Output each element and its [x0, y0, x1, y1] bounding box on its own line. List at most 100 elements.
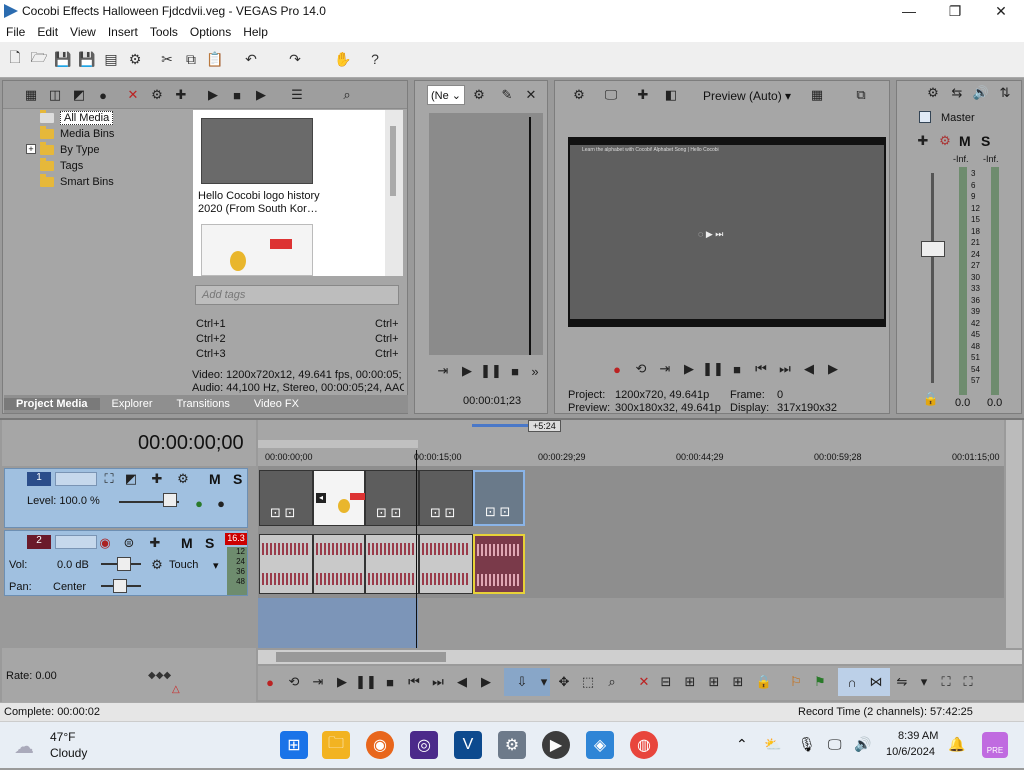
- tree-item-media-bins[interactable]: Media Bins: [40, 126, 114, 142]
- trim-end-icon[interactable]: ⊞: [706, 674, 722, 690]
- close-button[interactable]: ✕: [978, 0, 1024, 22]
- trimmer-edit-icon[interactable]: ✎: [499, 87, 515, 103]
- auto-crossfade-icon[interactable]: ⋈: [868, 674, 884, 690]
- timeline-hscroll[interactable]: [258, 650, 1022, 664]
- menu-insert[interactable]: Insert: [102, 25, 144, 39]
- microphone-icon[interactable]: 🎙: [798, 736, 816, 753]
- file-explorer-icon[interactable]: 🗀: [322, 731, 350, 759]
- start-windows-icon[interactable]: ⊞: [280, 731, 308, 759]
- overlays-icon[interactable]: ▦: [809, 87, 825, 103]
- timeline-vscroll[interactable]: [1006, 420, 1022, 648]
- views-icon[interactable]: ☰: [289, 87, 305, 103]
- pause-icon[interactable]: ❚❚: [702, 361, 724, 377]
- audio-clip-selected[interactable]: [473, 534, 525, 594]
- video-clip[interactable]: ◂: [313, 470, 366, 526]
- media-scrollbar[interactable]: [385, 110, 403, 276]
- firefox-icon[interactable]: ◉: [366, 731, 394, 759]
- go-to-end-icon[interactable]: ⏭: [777, 361, 793, 377]
- chevron-down-icon[interactable]: ▾: [213, 559, 219, 572]
- preview-properties-icon[interactable]: ⚙: [571, 87, 587, 103]
- zoom-tool-icon[interactable]: ⌕: [604, 674, 620, 690]
- stop-icon[interactable]: ■: [507, 363, 523, 379]
- new-file-icon[interactable]: 🗋: [6, 49, 24, 68]
- dim-output-icon[interactable]: 🔊: [973, 85, 989, 101]
- expand-icon[interactable]: +: [26, 144, 36, 154]
- video-clip[interactable]: ⊡ ⊡: [259, 470, 313, 526]
- trimmer-dropdown[interactable]: (Ne ⌄: [427, 85, 465, 105]
- weather-desc[interactable]: Cloudy: [50, 746, 87, 760]
- media-fx-icon[interactable]: ⚙: [149, 87, 165, 103]
- play-icon[interactable]: ▶: [459, 363, 475, 379]
- get-media-icon[interactable]: ◩: [71, 87, 87, 103]
- track-motion-icon[interactable]: ⛶: [101, 471, 117, 487]
- video-solo-button[interactable]: S: [233, 471, 242, 487]
- media-list[interactable]: Hello Cocobi logo history 2020 (From Sou…: [193, 110, 403, 276]
- chevron-down-icon[interactable]: ▾: [536, 674, 552, 690]
- split-icon[interactable]: ⊞: [730, 674, 746, 690]
- audio-fx-icon[interactable]: ✚: [147, 535, 163, 551]
- copy-snapshot-icon[interactable]: ⧉: [853, 87, 869, 103]
- save-icon[interactable]: 💾: [54, 50, 72, 68]
- add-tags-input[interactable]: Add tags: [195, 285, 399, 305]
- notification-bell-icon[interactable]: 🔔: [948, 736, 965, 753]
- next-frame-icon[interactable]: ▶: [478, 674, 494, 690]
- menu-edit[interactable]: Edit: [31, 25, 64, 39]
- video-track-name[interactable]: [55, 472, 97, 486]
- external-monitor-icon[interactable]: 🖵: [603, 87, 619, 103]
- tab-project-media[interactable]: Project Media: [4, 398, 100, 410]
- loop-playback-icon[interactable]: ⟲: [633, 361, 649, 377]
- loop-icon[interactable]: ⇥: [435, 363, 451, 379]
- envelope-tool-icon[interactable]: ✥: [556, 674, 572, 690]
- weather-temp[interactable]: 47°F: [50, 730, 75, 744]
- chrome-icon[interactable]: ◍: [630, 731, 658, 759]
- play-icon[interactable]: ▶: [205, 87, 221, 103]
- tab-explorer[interactable]: Explorer: [100, 398, 165, 410]
- audio-track-header[interactable]: 2 ◉ ⊜ ✚ M S 16.3 12 24 36 48 Vol: 0.0 dB…: [4, 530, 248, 596]
- audio-clip[interactable]: [419, 534, 473, 594]
- display-icon[interactable]: 🖵: [828, 736, 842, 753]
- play-from-start-icon[interactable]: ⇥: [657, 361, 673, 377]
- app-icon[interactable]: ◈: [586, 731, 614, 759]
- capture-icon[interactable]: ◫: [47, 87, 63, 103]
- help-icon[interactable]: ?: [366, 50, 384, 68]
- pause-icon[interactable]: ❚❚: [480, 363, 502, 379]
- panel-grip[interactable]: [6, 107, 18, 397]
- prev-frame-icon[interactable]: ◀: [454, 674, 470, 690]
- master-fader-thumb[interactable]: [921, 241, 945, 257]
- ignore-grouping-icon[interactable]: ⛶: [960, 674, 976, 690]
- tree-item-tags[interactable]: Tags: [40, 158, 83, 174]
- copilot-icon[interactable]: PRE: [982, 732, 1008, 758]
- web-icon[interactable]: ●: [95, 87, 111, 103]
- save-as-icon[interactable]: 💾: [78, 50, 96, 68]
- vegas-icon[interactable]: V: [454, 731, 482, 759]
- undo-icon[interactable]: ↶: [242, 50, 260, 68]
- video-track-lane[interactable]: ⊡ ⊡ ◂ ⊡ ⊡ ⊡ ⊡ ⊡ ⊡: [258, 466, 1004, 530]
- stop-icon[interactable]: ■: [382, 674, 398, 690]
- next-frame-icon[interactable]: ▶: [825, 361, 841, 377]
- audio-solo-button[interactable]: S: [205, 535, 214, 551]
- obs-icon[interactable]: ◎: [410, 731, 438, 759]
- trimmer-close-icon[interactable]: ✕: [523, 87, 539, 103]
- compositing-icon[interactable]: ✚: [149, 471, 165, 487]
- preview-screen[interactable]: Learn the alphabet with Cocobi! Alphabet…: [568, 137, 886, 327]
- master-solo-button[interactable]: S: [981, 133, 990, 149]
- empty-track-area[interactable]: [258, 598, 1004, 648]
- record-icon[interactable]: ●: [262, 674, 278, 690]
- media-player-icon[interactable]: ▶: [542, 731, 570, 759]
- menu-tools[interactable]: Tools: [144, 25, 184, 39]
- lock-icon[interactable]: 🔒: [756, 674, 772, 690]
- chevron-down-icon[interactable]: ▾: [916, 674, 932, 690]
- downmix-icon[interactable]: ⇆: [949, 85, 965, 101]
- trimmer-options-icon[interactable]: ⚙: [471, 87, 487, 103]
- mixer-icon[interactable]: ⇅: [997, 85, 1013, 101]
- vol-slider-thumb[interactable]: [117, 557, 131, 571]
- master-properties-icon[interactable]: ⚙: [925, 85, 941, 101]
- tree-item-all-media[interactable]: All Media: [40, 110, 114, 126]
- clock-time[interactable]: 8:39 AM: [898, 730, 938, 742]
- pause-icon[interactable]: ❚❚: [355, 674, 377, 690]
- insert-region-icon[interactable]: ⚑: [812, 674, 828, 690]
- redo-icon[interactable]: ↷: [286, 50, 304, 68]
- video-fx-icon[interactable]: ✚: [635, 87, 651, 103]
- tab-transitions[interactable]: Transitions: [165, 398, 242, 410]
- next-frame-icon[interactable]: »: [527, 363, 543, 379]
